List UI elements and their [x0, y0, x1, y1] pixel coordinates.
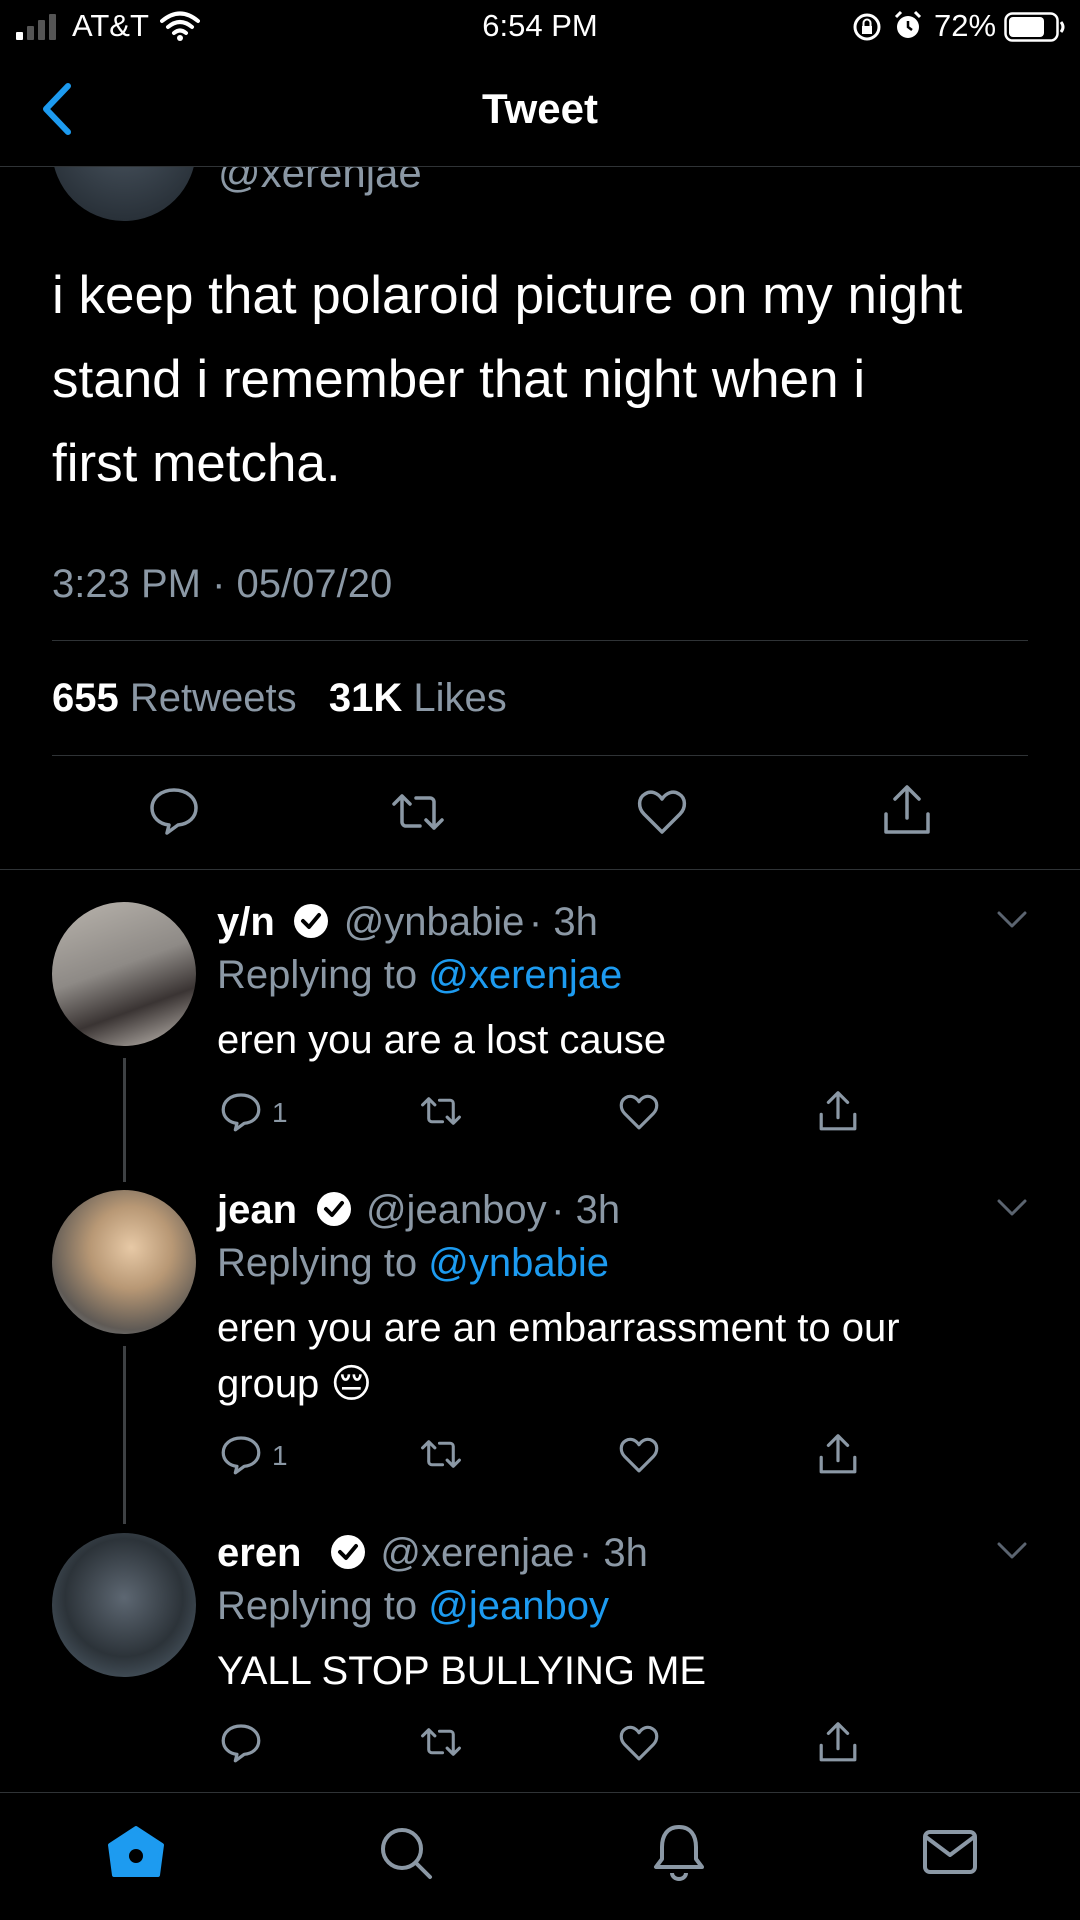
- thread-line: [123, 1058, 126, 1182]
- replying-to-link[interactable]: @ynbabie: [428, 1241, 609, 1285]
- pensive-face-emoji: 😔: [330, 1362, 373, 1406]
- replying-to-link[interactable]: @xerenjae: [428, 953, 622, 997]
- reply-text-line: eren you are an embarrassment to our: [217, 1306, 900, 1350]
- search-icon[interactable]: [378, 1825, 434, 1881]
- display-name[interactable]: y/n: [217, 900, 275, 944]
- reply-time: · 3h: [578, 1531, 648, 1575]
- retweet-button[interactable]: [388, 790, 448, 834]
- retweet-button[interactable]: [418, 1437, 464, 1471]
- main-tweet-divider: [0, 869, 1080, 870]
- replying-to: Replying to @xerenjae: [217, 953, 622, 998]
- reply-button[interactable]: [220, 1091, 262, 1133]
- reply-header: jean @jeanboy · 3h: [217, 1188, 620, 1233]
- timestamp-divider: [52, 640, 1028, 641]
- avatar[interactable]: [52, 1190, 196, 1334]
- thread-line: [123, 1346, 126, 1524]
- stats-divider: [52, 755, 1028, 756]
- likes-label[interactable]: Likes: [413, 676, 506, 720]
- chevron-down-icon[interactable]: [996, 1541, 1028, 1561]
- like-button[interactable]: [618, 1436, 660, 1474]
- like-button[interactable]: [618, 1724, 660, 1762]
- reply-header: eren @xerenjae · 3h: [217, 1531, 648, 1576]
- tweet-text-line: first metcha.: [52, 434, 341, 493]
- mail-icon[interactable]: [922, 1829, 978, 1875]
- retweet-button[interactable]: [418, 1725, 464, 1759]
- page-title: Tweet: [482, 85, 598, 132]
- rotation-lock-icon: [852, 12, 882, 42]
- reply-count: 1: [272, 1440, 288, 1471]
- reply-button[interactable]: [148, 786, 200, 836]
- reply-time: · 3h: [528, 900, 598, 944]
- reply-button[interactable]: [220, 1434, 262, 1476]
- tweet-timestamp: 3:23 PM · 05/07/20: [52, 562, 393, 606]
- like-button[interactable]: [636, 788, 688, 836]
- tweet-text: i keep that polaroid picture on my night…: [52, 254, 1042, 506]
- chevron-down-icon[interactable]: [996, 1198, 1028, 1218]
- chevron-down-icon[interactable]: [996, 910, 1028, 930]
- display-name[interactable]: jean: [217, 1188, 297, 1232]
- share-button[interactable]: [882, 784, 932, 838]
- verified-badge-icon: [314, 1189, 354, 1229]
- alarm-icon: [893, 10, 923, 42]
- tweet-stats: 655 Retweets 31K Likes: [52, 676, 507, 721]
- verified-badge-icon: [291, 901, 331, 941]
- username[interactable]: @ynbabie: [344, 900, 525, 944]
- username[interactable]: @jeanboy: [366, 1188, 547, 1232]
- home-icon[interactable]: [107, 1825, 165, 1879]
- status-bar: AT&T 6:54 PM 72%: [0, 0, 1080, 56]
- replying-label: Replying to: [217, 1241, 418, 1285]
- replying-to-link[interactable]: @jeanboy: [428, 1584, 609, 1628]
- reply-time: · 3h: [551, 1188, 621, 1232]
- share-button[interactable]: [818, 1433, 858, 1477]
- reply-text-line: group: [217, 1362, 320, 1406]
- like-button[interactable]: [618, 1093, 660, 1131]
- retweets-label[interactable]: Retweets: [130, 676, 297, 720]
- battery-percent: 72%: [934, 8, 997, 43]
- reply-text: eren you are an embarrassment to our gro…: [217, 1300, 900, 1412]
- username[interactable]: @xerenjae: [380, 1531, 574, 1575]
- tweet-text-line: stand i remember that night when i: [52, 350, 866, 409]
- tweet-text-line: i keep that polaroid picture on my night: [52, 266, 963, 325]
- author-avatar[interactable]: [52, 167, 196, 221]
- reply-button[interactable]: [220, 1722, 262, 1764]
- avatar[interactable]: [52, 1533, 196, 1677]
- reply-header: y/n @ynbabie · 3h: [217, 900, 598, 945]
- avatar[interactable]: [52, 902, 196, 1046]
- replying-to: Replying to @ynbabie: [217, 1241, 609, 1286]
- like-count[interactable]: 31K: [329, 676, 402, 720]
- verified-badge-icon: [328, 1532, 368, 1572]
- retweet-button[interactable]: [418, 1094, 464, 1128]
- display-name[interactable]: eren: [217, 1531, 302, 1575]
- battery-icon: [1004, 12, 1066, 42]
- reply-text: YALL STOP BULLYING ME: [217, 1649, 707, 1693]
- tab-bar: [0, 1793, 1080, 1920]
- author-handle[interactable]: @xerenjae: [218, 167, 422, 197]
- replying-label: Replying to: [217, 953, 418, 997]
- share-button[interactable]: [818, 1090, 858, 1134]
- reply-count: 1: [272, 1097, 288, 1128]
- reply-text: eren you are a lost cause: [217, 1018, 667, 1062]
- retweet-count[interactable]: 655: [52, 676, 119, 720]
- share-button[interactable]: [818, 1721, 858, 1765]
- replying-to: Replying to @jeanboy: [217, 1584, 609, 1629]
- replying-label: Replying to: [217, 1584, 418, 1628]
- bell-icon[interactable]: [652, 1823, 706, 1881]
